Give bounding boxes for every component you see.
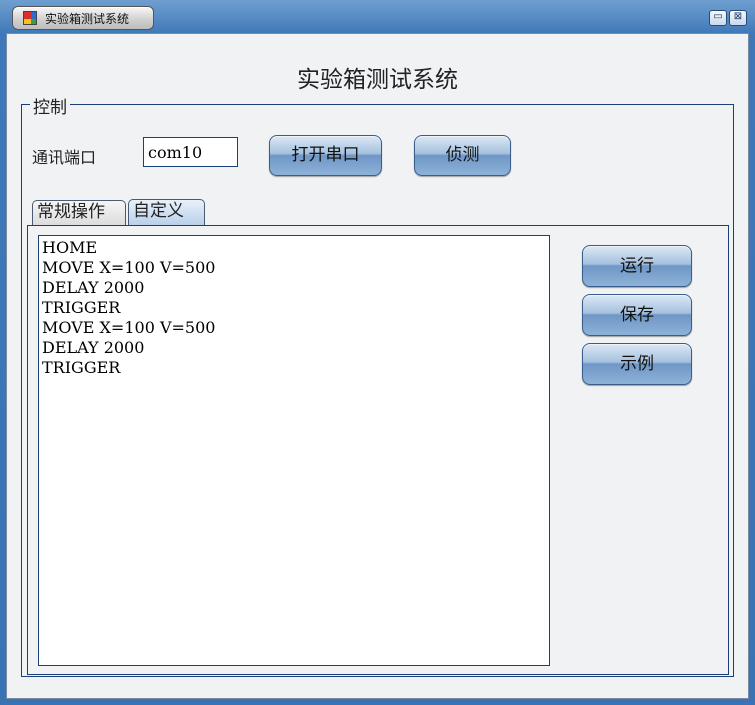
detect-button[interactable]: 侦测	[414, 135, 511, 176]
app-window: 实验箱测试系统 ▭ ⊠ 实验箱测试系统 控制 通讯端口 打开串口 侦测 常规操作…	[0, 0, 755, 705]
tab-custom[interactable]: 自定义	[128, 199, 205, 225]
tab-panel-custom: HOME MOVE X=100 V=500 DELAY 2000 TRIGGER…	[27, 225, 729, 675]
control-groupbox: 控制 通讯端口 打开串口 侦测 常规操作 自定义 HOME MOVE X=100…	[21, 93, 734, 677]
tab-normal-operation[interactable]: 常规操作	[32, 200, 126, 225]
port-input[interactable]	[143, 137, 238, 167]
client-area: 实验箱测试系统 控制 通讯端口 打开串口 侦测 常规操作 自定义 HOME MO…	[6, 33, 749, 699]
window-controls: ▭ ⊠	[709, 10, 747, 26]
script-line: MOVE X=100 V=500	[42, 258, 216, 277]
port-label: 通讯端口	[32, 148, 97, 167]
run-button[interactable]: 运行	[582, 245, 692, 287]
control-group-legend: 控制	[30, 93, 70, 118]
window-title: 实验箱测试系统	[45, 12, 130, 26]
page-title: 实验箱测试系统	[297, 67, 458, 93]
example-button[interactable]: 示例	[582, 343, 692, 385]
script-line: HOME	[42, 238, 98, 257]
script-line: DELAY 2000	[42, 278, 145, 297]
script-line: MOVE X=100 V=500	[42, 318, 216, 337]
script-editor[interactable]: HOME MOVE X=100 V=500 DELAY 2000 TRIGGER…	[38, 235, 550, 666]
minimize-icon[interactable]: ▭	[709, 10, 727, 26]
app-icon	[23, 11, 37, 25]
title-bar[interactable]: 实验箱测试系统	[12, 6, 154, 30]
script-line: DELAY 2000	[42, 338, 145, 357]
save-button[interactable]: 保存	[582, 294, 692, 336]
script-line: TRIGGER	[42, 298, 121, 317]
script-line: TRIGGER	[42, 358, 121, 377]
open-port-button[interactable]: 打开串口	[269, 135, 382, 176]
close-icon[interactable]: ⊠	[729, 10, 747, 26]
